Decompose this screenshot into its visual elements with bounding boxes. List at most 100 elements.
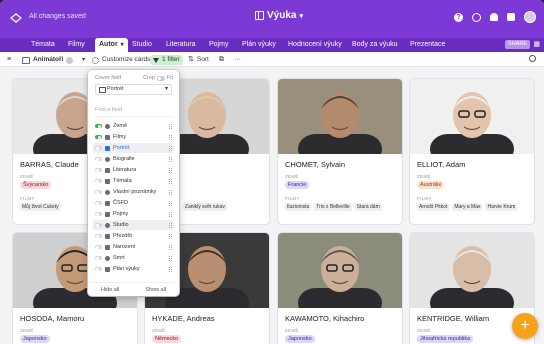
tab-1[interactable]: Témata <box>27 38 59 52</box>
record-card[interactable]: KAWAMOTO, Kihachiro ZEMĚ Japonsko <box>278 233 402 344</box>
base-title[interactable]: Výuka ▾ <box>255 10 303 21</box>
drag-handle-icon[interactable] <box>169 211 172 217</box>
field-row[interactable]: Portrét <box>93 143 174 153</box>
field-row[interactable]: Narození <box>93 242 174 252</box>
field-row[interactable]: Pojmy <box>93 209 174 219</box>
drag-handle-icon[interactable] <box>169 178 172 184</box>
add-record-button[interactable]: + <box>512 313 538 339</box>
country-field-label: ZEMĚ <box>285 174 299 179</box>
field-visibility-toggle[interactable] <box>95 167 102 173</box>
tab-9[interactable]: Body za výuku <box>348 38 402 52</box>
sort-button[interactable]: ⇅ Sort <box>188 55 209 65</box>
field-row[interactable]: Témata <box>93 176 174 186</box>
field-visibility-toggle[interactable] <box>95 255 102 261</box>
grid-more-icon[interactable]: ▦ <box>533 38 540 52</box>
field-visibility-toggle[interactable] <box>95 211 102 217</box>
hide-all-button[interactable]: Hide all <box>101 287 119 293</box>
drag-handle-icon[interactable] <box>169 123 172 129</box>
field-row[interactable]: Smrt <box>93 253 174 263</box>
field-visibility-toggle[interactable] <box>95 244 102 250</box>
filter-button[interactable]: 1 filter <box>150 55 183 65</box>
tab-5[interactable]: Literatura <box>162 38 200 52</box>
field-visibility-toggle[interactable] <box>95 145 102 151</box>
history-icon[interactable] <box>472 12 481 22</box>
country-pill: Japonsko <box>20 335 50 343</box>
drag-handle-icon[interactable] <box>169 134 172 140</box>
show-all-button[interactable]: Show all <box>145 287 166 293</box>
field-row[interactable]: Vlastní poznámky <box>93 187 174 197</box>
field-visibility-toggle[interactable] <box>95 123 102 129</box>
field-visibility-toggle[interactable] <box>95 189 102 195</box>
field-visibility-toggle[interactable] <box>95 156 102 162</box>
drag-handle-icon[interactable] <box>169 167 172 173</box>
search-icon[interactable] <box>529 55 536 62</box>
tab-6[interactable]: Pojmy <box>205 38 232 52</box>
film-chip[interactable]: Můj život Cukety <box>20 203 61 211</box>
share-button[interactable]: SHARE <box>505 40 530 49</box>
drag-handle-icon[interactable] <box>169 189 172 195</box>
field-visibility-toggle[interactable] <box>95 222 102 228</box>
field-row[interactable]: Země <box>93 121 174 131</box>
film-chip[interactable]: Arnošt Pitkot <box>417 203 450 211</box>
view-bar: ≡ Animátoři ▾ Customize cards 1 filter ⇅… <box>0 52 544 67</box>
record-card[interactable]: ELLIOT, Adam ZEMĚ Austrálie FILMY Arnošt Pit… <box>410 79 534 224</box>
cover-field-select[interactable]: Portrét <box>95 84 172 95</box>
bell-icon[interactable] <box>490 13 498 21</box>
tab-7[interactable]: Plán výuky <box>238 38 280 52</box>
tab-10[interactable]: Prezentace <box>406 38 449 52</box>
film-chip[interactable]: Iluzionista <box>285 203 312 211</box>
crop-fit-toggle[interactable]: Crop Fit <box>143 75 173 81</box>
drag-handle-icon[interactable] <box>169 266 172 272</box>
view-switcher[interactable]: Animátoři <box>22 55 74 65</box>
drag-handle-icon[interactable] <box>169 244 172 250</box>
share-view-button[interactable]: ⧉ <box>219 55 224 65</box>
hide-fields-toggle[interactable]: ▾ <box>82 55 85 65</box>
film-chip[interactable]: Trio z Belleville <box>314 203 352 211</box>
field-visibility-toggle[interactable] <box>95 200 102 206</box>
drag-handle-icon[interactable] <box>169 145 172 151</box>
film-chip[interactable]: Zaniklý svět rukav <box>182 203 227 211</box>
field-visibility-toggle[interactable] <box>95 134 102 140</box>
field-row[interactable]: Biografie <box>93 154 174 164</box>
portrait-image <box>278 79 402 154</box>
film-chip[interactable]: Mary a Max <box>452 203 483 211</box>
table-icon <box>255 11 264 20</box>
crop-toggle[interactable] <box>156 75 165 81</box>
view-menu-toggle[interactable]: ≡ <box>7 55 11 65</box>
portrait-image <box>410 233 534 308</box>
field-row[interactable]: Filmy <box>93 132 174 142</box>
logo-icon[interactable] <box>9 12 23 24</box>
card-title: HOSODA, Mamoru <box>20 314 85 323</box>
field-label: Literatura <box>113 167 137 173</box>
field-visibility-toggle[interactable] <box>95 178 102 184</box>
avatar[interactable] <box>524 11 536 23</box>
apps-icon[interactable] <box>507 13 515 21</box>
field-label: Portrét <box>113 145 130 151</box>
drag-handle-icon[interactable] <box>169 200 172 206</box>
tab-2[interactable]: Filmy <box>64 38 89 52</box>
customize-cards-button[interactable]: Customize cards <box>92 55 150 65</box>
tab-3[interactable]: Autor <box>95 38 128 52</box>
drag-handle-icon[interactable] <box>169 233 172 239</box>
film-chip[interactable]: Stará dám <box>354 203 382 211</box>
field-visibility-toggle[interactable] <box>95 266 102 272</box>
drag-handle-icon[interactable] <box>169 156 172 162</box>
film-chip[interactable]: Harvie Krum <box>485 203 518 211</box>
drag-handle-icon[interactable] <box>169 255 172 261</box>
drag-handle-icon[interactable] <box>169 222 172 228</box>
record-card[interactable]: CHOMET, Sylvain ZEMĚ Francie FILMY Iluzionis… <box>278 79 402 224</box>
help-icon[interactable]: ? <box>454 12 463 22</box>
field-row[interactable]: Studio <box>93 220 174 230</box>
field-visibility-toggle[interactable] <box>95 233 102 239</box>
customize-cards-label: Customize cards <box>102 56 151 63</box>
tab-4[interactable]: Studio <box>128 38 156 52</box>
field-row[interactable]: Přezdět <box>93 231 174 241</box>
field-row[interactable]: Literatura <box>93 165 174 175</box>
field-row[interactable]: ČSFD <box>93 198 174 208</box>
field-row[interactable]: Plán výuky <box>93 264 174 274</box>
hamburger-icon[interactable]: ≡ <box>7 55 11 65</box>
more-options-button[interactable]: ··· <box>234 55 241 65</box>
card-title: KENTRIDGE, William <box>417 314 490 323</box>
find-field-input[interactable]: Find a field <box>95 107 122 113</box>
tab-8[interactable]: Hodnocení výuky <box>284 38 346 52</box>
